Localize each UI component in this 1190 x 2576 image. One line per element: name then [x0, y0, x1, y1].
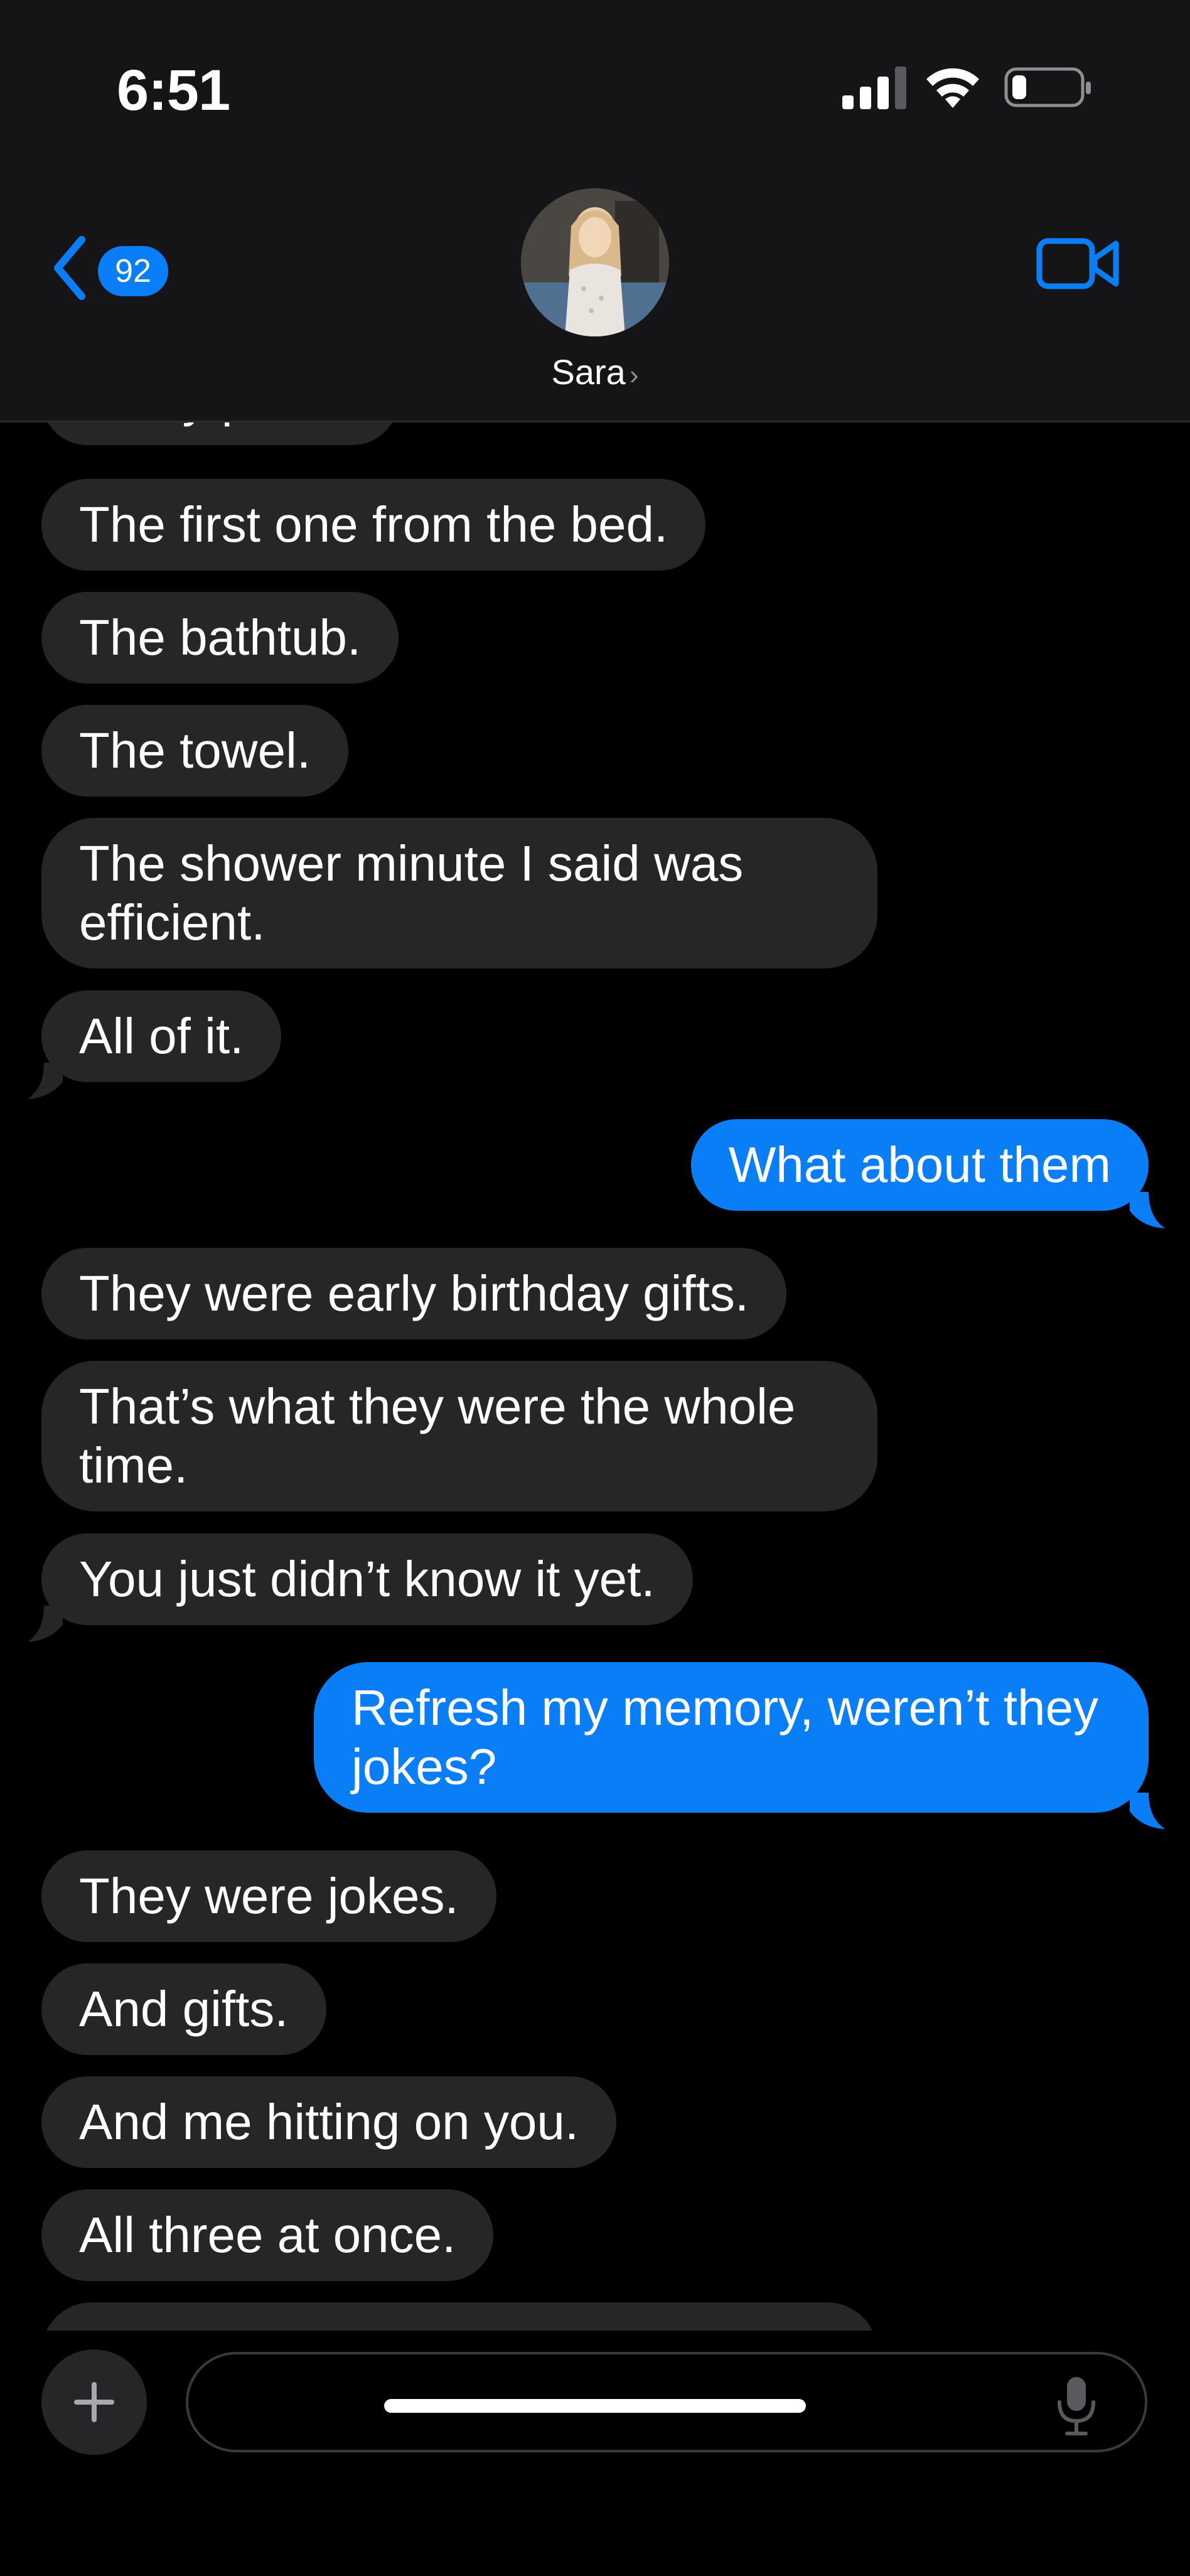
message-bubble-incoming[interactable]: You just didn’t know it yet.	[41, 1533, 693, 1625]
message-bubble-incoming[interactable]: And gifts.	[41, 1963, 326, 2055]
microphone-icon[interactable]	[1054, 2375, 1098, 2437]
message-bubble-incoming[interactable]: The first one from the bed.	[41, 479, 706, 571]
home-indicator[interactable]	[384, 2399, 806, 2413]
video-camera-icon[interactable]	[1036, 232, 1121, 295]
message-bubble-incoming[interactable]: They were early birthday gifts.	[41, 1248, 787, 1339]
contact-name-button[interactable]: Sara ›	[0, 352, 1190, 392]
message-bubble-outgoing[interactable]: Refresh my memory, weren’t they jokes?	[314, 1662, 1149, 1813]
cellular-signal-icon	[842, 67, 906, 109]
message-bubble-outgoing[interactable]: What about them	[690, 1119, 1149, 1211]
apps-plus-button[interactable]	[41, 2349, 147, 2455]
chevron-left-icon	[54, 236, 85, 300]
wifi-icon	[926, 68, 979, 108]
message-bubble-incoming[interactable]: Every photo.	[41, 422, 399, 445]
message-bubble-incoming[interactable]: The shower minute I said was efficient.	[41, 818, 877, 969]
status-bar: 6:51	[0, 0, 1190, 163]
message-bubble-incoming[interactable]: The towel.	[41, 705, 349, 797]
battery-icon	[1004, 67, 1091, 107]
bubble-tail	[1130, 1793, 1165, 1829]
contact-name: Sara	[551, 352, 626, 392]
conversation-header: 92 Sara ›	[0, 163, 1190, 422]
bubble-tail	[1130, 1192, 1165, 1228]
message-bubble-incoming[interactable]: And me hitting on you.	[41, 2076, 617, 2168]
bubble-tail	[28, 1606, 63, 1642]
plus-icon	[74, 2382, 114, 2422]
bubble-tail	[28, 1063, 63, 1099]
compose-bar	[0, 2331, 1190, 2576]
chevron-right-icon: ›	[629, 360, 639, 390]
message-bubble-incoming[interactable]: They were jokes.	[41, 1850, 496, 1942]
message-bubble-incoming[interactable]: All three at once.	[41, 2189, 494, 2281]
unread-count-badge: 92	[98, 246, 168, 296]
avatar-photo	[521, 188, 669, 336]
back-button[interactable]: 92	[44, 226, 169, 314]
status-time: 6:51	[117, 58, 230, 122]
message-thread[interactable]: Every photo. The first one from the bed.…	[0, 422, 1190, 2331]
message-bubble-incoming-partial[interactable]	[41, 2302, 877, 2331]
message-bubble-incoming[interactable]: All of it.	[41, 990, 282, 1082]
message-bubble-incoming[interactable]: The bathtub.	[41, 592, 399, 684]
contact-avatar[interactable]	[521, 188, 669, 336]
message-bubble-incoming[interactable]: That’s what they were the whole time.	[41, 1361, 877, 1511]
